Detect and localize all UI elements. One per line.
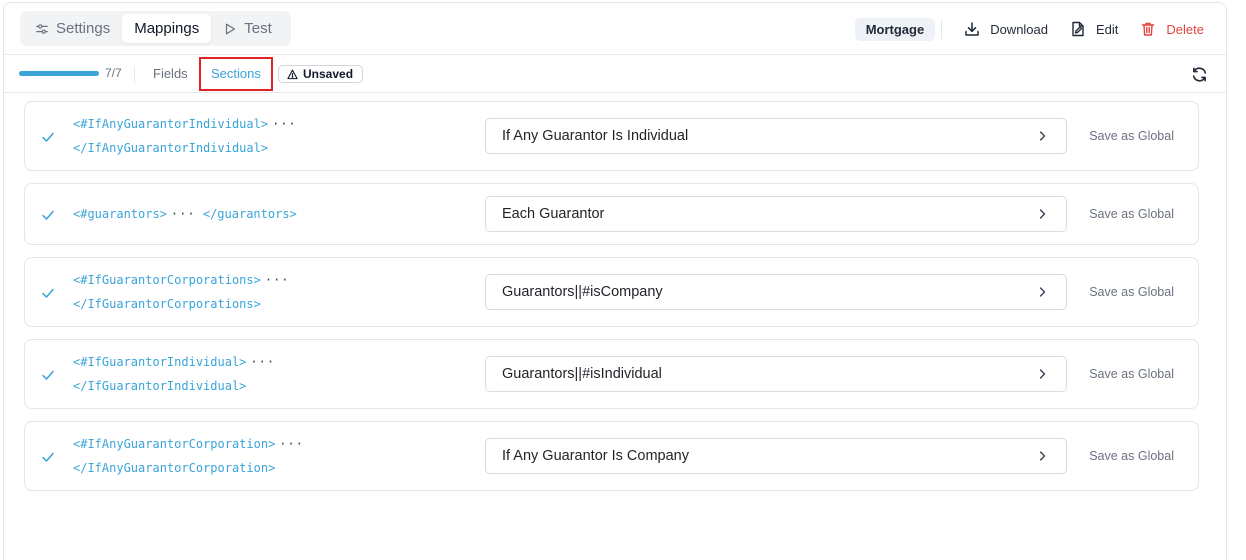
tab-settings-label: Settings: [56, 20, 111, 37]
delete-button[interactable]: Delete: [1140, 21, 1204, 37]
section-open-tag: <#IfAnyGuarantorCorporation>: [73, 437, 276, 451]
unsaved-badge: Unsaved: [278, 65, 364, 83]
section-row: <#IfGuarantorIndividual> ··· </IfGuarantor…: [24, 339, 1199, 409]
section-tag: <#IfGuarantorCorporations> ··· </IfGuarant…: [73, 268, 290, 316]
tab-group: Settings Mappings Test: [20, 11, 291, 46]
section-mapping-value: Guarantors||#isIndividual: [502, 366, 662, 382]
divider: [941, 19, 943, 39]
check-icon: [42, 452, 54, 462]
edit-button[interactable]: Edit: [1070, 21, 1118, 37]
section-mapping-select[interactable]: Guarantors||#isIndividual: [485, 356, 1067, 392]
chevron-right-icon: [1039, 131, 1046, 141]
section-mapping-value: If Any Guarantor Is Individual: [502, 128, 689, 144]
unsaved-label: Unsaved: [303, 67, 354, 81]
top-bar: Settings Mappings Test Mortgage Download: [4, 3, 1226, 55]
save-as-global-button[interactable]: Save as Global: [1089, 207, 1174, 221]
progress-fill: [19, 71, 99, 76]
section-tag: <#IfAnyGuarantorCorporation> ··· </IfAnyGu…: [73, 432, 304, 480]
ellipsis: ···: [279, 437, 304, 451]
progress-bar: [19, 71, 99, 76]
tab-mappings-label: Mappings: [134, 20, 200, 37]
section-tag: <#IfGuarantorIndividual> ··· </IfGuarantor…: [73, 350, 275, 398]
section-mapping-select[interactable]: Each Guarantor: [485, 196, 1067, 232]
save-as-global-button[interactable]: Save as Global: [1089, 449, 1174, 463]
ellipsis: ···: [170, 207, 196, 221]
section-mapping-value: If Any Guarantor Is Company: [502, 448, 689, 464]
section-close-tag: </IfGuarantorIndividual>: [73, 379, 247, 393]
chevron-right-icon: [1039, 451, 1046, 461]
section-mapping-value: Guarantors||#isCompany: [502, 284, 663, 300]
sliders-icon: [36, 23, 48, 34]
download-button[interactable]: Download: [964, 21, 1048, 37]
section-row: <#IfAnyGuarantorIndividual> ··· </IfAnyGua…: [24, 101, 1199, 171]
check-icon: [42, 288, 54, 298]
refresh-icon[interactable]: [1191, 66, 1208, 83]
section-row: <#IfAnyGuarantorCorporation> ··· </IfAnyGu…: [24, 421, 1199, 491]
section-open-tag: <#guarantors>: [73, 207, 167, 221]
section-open-tag: <#IfAnyGuarantorIndividual>: [73, 117, 269, 131]
section-close-tag: </IfGuarantorCorporations>: [73, 297, 261, 311]
warning-icon: [287, 69, 298, 79]
chevron-right-icon: [1039, 287, 1046, 297]
chevron-right-icon: [1039, 209, 1046, 219]
save-as-global-button[interactable]: Save as Global: [1089, 285, 1174, 299]
download-icon: [965, 22, 979, 36]
section-mapping-select[interactable]: If Any Guarantor Is Individual: [485, 118, 1067, 154]
header-actions: Mortgage Download Edit Delete: [854, 17, 1204, 41]
section-close-tag: </IfAnyGuarantorCorporation>: [73, 461, 276, 475]
save-as-global-button[interactable]: Save as Global: [1089, 367, 1174, 381]
category-badge: Mortgage: [854, 17, 936, 41]
section-mapping-value: Each Guarantor: [502, 206, 605, 222]
ellipsis: ···: [250, 355, 276, 369]
save-as-global-button[interactable]: Save as Global: [1089, 129, 1174, 143]
chevron-right-icon: [1039, 369, 1046, 379]
section-tag: <#guarantors> ··· </guarantors>: [73, 202, 297, 226]
selection-highlight: [199, 57, 273, 91]
tab-settings[interactable]: Settings: [23, 14, 122, 43]
section-open-tag: <#IfGuarantorIndividual>: [73, 355, 247, 369]
tab-test[interactable]: Test: [211, 14, 284, 43]
section-row: <#guarantors> ··· </guarantors> Each Guara…: [24, 183, 1199, 245]
section-tag: <#IfAnyGuarantorIndividual> ··· </IfAnyGua…: [73, 112, 297, 160]
download-label: Download: [990, 21, 1049, 37]
subtab-fields[interactable]: Fields: [153, 66, 188, 81]
progress-count: 7/7: [105, 66, 122, 80]
tab-mappings[interactable]: Mappings: [122, 14, 212, 43]
section-close-tag: </guarantors>: [202, 207, 297, 221]
section-mapping-select[interactable]: Guarantors||#isCompany: [485, 274, 1067, 310]
section-open-tag: <#IfGuarantorCorporations>: [73, 273, 261, 287]
ellipsis: ···: [272, 117, 297, 131]
section-close-tag: </IfAnyGuarantorIndividual>: [73, 141, 269, 155]
section-list: <#IfAnyGuarantorIndividual> ··· </IfAnyGua…: [24, 101, 1199, 503]
section-row: <#IfGuarantorCorporations> ··· </IfGuarant…: [24, 257, 1199, 327]
tab-test-label: Test: [244, 20, 272, 37]
check-icon: [42, 132, 54, 142]
check-icon: [42, 210, 54, 220]
edit-file-icon: [1072, 21, 1084, 37]
delete-label: Delete: [1166, 21, 1204, 37]
sub-bar: 7/7 Fields Sections Unsaved: [4, 55, 1226, 93]
check-icon: [42, 370, 54, 380]
trash-icon: [1142, 22, 1155, 36]
play-icon: [226, 23, 236, 34]
edit-label: Edit: [1096, 21, 1119, 37]
ellipsis: ···: [264, 273, 290, 287]
divider: [134, 67, 135, 83]
section-mapping-select[interactable]: If Any Guarantor Is Company: [485, 438, 1067, 474]
